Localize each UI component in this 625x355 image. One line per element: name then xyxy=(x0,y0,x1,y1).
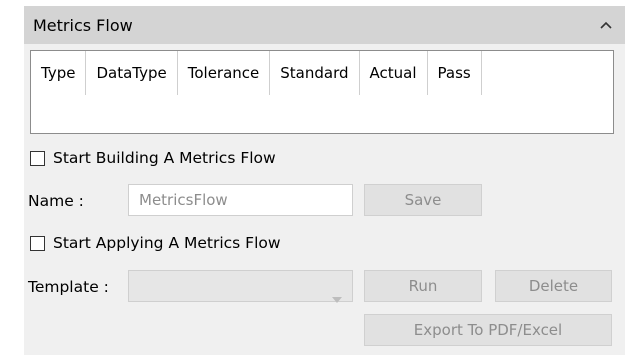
start-building-label: Start Building A Metrics Flow xyxy=(53,149,276,167)
template-select[interactable] xyxy=(128,270,353,303)
column-header-datatype[interactable]: DataType xyxy=(86,51,178,95)
start-applying-checkbox[interactable] xyxy=(30,235,45,251)
metrics-table[interactable]: Type DataType Tolerance Standard Actual … xyxy=(30,50,614,134)
chevron-down-icon[interactable] xyxy=(332,283,342,313)
export-button[interactable]: Export To PDF/Excel xyxy=(364,314,612,346)
delete-button[interactable]: Delete xyxy=(495,270,612,302)
chevron-up-icon[interactable] xyxy=(593,12,619,38)
table-header: Type DataType Tolerance Standard Actual … xyxy=(31,51,613,95)
column-header-pass[interactable]: Pass xyxy=(428,51,482,95)
column-header-actual[interactable]: Actual xyxy=(360,51,428,95)
column-header-standard[interactable]: Standard xyxy=(270,51,360,95)
panel-title: Metrics Flow xyxy=(33,15,133,35)
start-building-checkbox[interactable] xyxy=(30,150,45,166)
column-header-type[interactable]: Type xyxy=(31,51,87,95)
name-input[interactable]: MetricsFlow xyxy=(128,184,353,216)
save-button[interactable]: Save xyxy=(364,184,482,216)
start-applying-checkbox-row[interactable]: Start Applying A Metrics Flow xyxy=(30,234,281,252)
metrics-flow-panel: Metrics Flow Type DataType Tolerance Sta… xyxy=(24,6,625,355)
run-button[interactable]: Run xyxy=(364,270,482,302)
column-header-tolerance[interactable]: Tolerance xyxy=(178,51,271,95)
panel-header[interactable]: Metrics Flow xyxy=(24,6,625,44)
start-applying-label: Start Applying A Metrics Flow xyxy=(53,234,281,252)
template-label: Template : xyxy=(28,278,109,296)
name-label: Name : xyxy=(28,192,84,210)
start-building-checkbox-row[interactable]: Start Building A Metrics Flow xyxy=(30,149,276,167)
